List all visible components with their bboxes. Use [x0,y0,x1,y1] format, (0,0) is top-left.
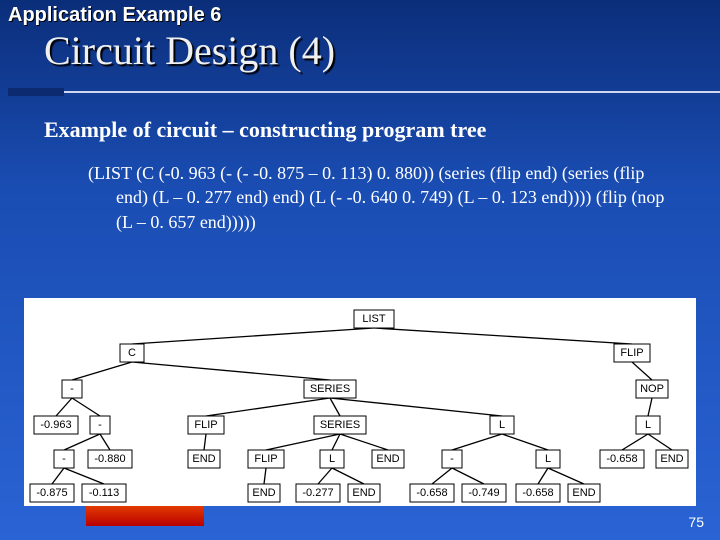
subtitle-row: Example of circuit – constructing progra… [44,117,676,143]
slide: Application Example 6 Circuit Design (4)… [0,0,720,540]
tree-node: END [348,484,380,502]
tree-node: C [120,344,144,362]
tree-node: FLIP [614,344,650,362]
svg-text:-0.749: -0.749 [468,487,499,499]
page-number: 75 [688,514,704,530]
tree-node: SERIES [304,380,356,398]
tree-node: - [90,416,110,434]
svg-text:FLIP: FLIP [620,347,643,359]
s-expression: (LIST (C (-0. 963 (- (- -0. 875 – 0. 113… [88,161,676,234]
svg-text:L: L [499,419,505,431]
subtitle-text: Example of circuit – constructing progra… [44,117,486,142]
svg-text:NOP: NOP [640,383,664,395]
svg-text:-: - [450,453,454,465]
slide-title: Circuit Design (4) [44,29,712,73]
tree-node: FLIP [248,450,284,468]
svg-text:L: L [545,453,551,465]
tree-node: FLIP [188,416,224,434]
tree-node: L [490,416,514,434]
svg-text:END: END [572,487,595,499]
svg-text:-: - [98,419,102,431]
svg-text:-0.963: -0.963 [40,419,71,431]
svg-text:-0.277: -0.277 [302,487,333,499]
slide-header: Application Example 6 Circuit Design (4) [0,0,720,101]
svg-text:-: - [62,453,66,465]
tree-node: SERIES [314,416,366,434]
svg-text:-0.880: -0.880 [94,453,125,465]
svg-text:-0.658: -0.658 [522,487,553,499]
tree-node: - [54,450,74,468]
tree-node: END [188,450,220,468]
svg-text:END: END [252,487,275,499]
tree-node: - [62,380,82,398]
tree-node: END [248,484,280,502]
tree-node: END [656,450,688,468]
svg-text:SERIES: SERIES [310,383,350,395]
svg-text:L: L [645,419,651,431]
tree-node: -0.749 [462,484,506,502]
tree-node: - [442,450,462,468]
tree-node: END [372,450,404,468]
footer-accent-bar [86,506,204,526]
tree-node: -0.658 [516,484,560,502]
tree-node: L [320,450,344,468]
kicker-text: Application Example 6 [8,4,712,27]
tree-node: L [636,416,660,434]
svg-text:END: END [660,453,683,465]
svg-text:END: END [376,453,399,465]
title-divider [8,83,712,101]
tree-node: L [536,450,560,468]
svg-text:LIST: LIST [362,313,386,325]
svg-text:-0.658: -0.658 [606,453,637,465]
tree-node: -0.277 [296,484,340,502]
svg-text:-0.113: -0.113 [89,487,119,499]
tree-node: LIST [354,310,394,328]
svg-text:FLIP: FLIP [194,419,217,431]
tree-node: -0.658 [410,484,454,502]
tree-node: -0.963 [34,416,78,434]
svg-text:END: END [192,453,215,465]
svg-text:-0.875: -0.875 [36,487,67,499]
svg-text:C: C [128,347,136,359]
tree-node: -0.658 [600,450,644,468]
tree-node: END [568,484,600,502]
svg-text:SERIES: SERIES [320,419,360,431]
tree-node: NOP [636,380,668,398]
svg-text:FLIP: FLIP [254,453,277,465]
tree-node: -0.875 [30,484,74,502]
tree-node: -0.880 [88,450,132,468]
svg-text:END: END [352,487,375,499]
svg-text:L: L [329,453,335,465]
svg-text:-0.658: -0.658 [416,487,447,499]
svg-text:-: - [70,383,74,395]
tree-diagram: LIST C FLIP - SERIES NOP -0.963 - FLIP SERIES L L - -… [24,298,696,506]
tree-node: -0.113 [82,484,126,502]
